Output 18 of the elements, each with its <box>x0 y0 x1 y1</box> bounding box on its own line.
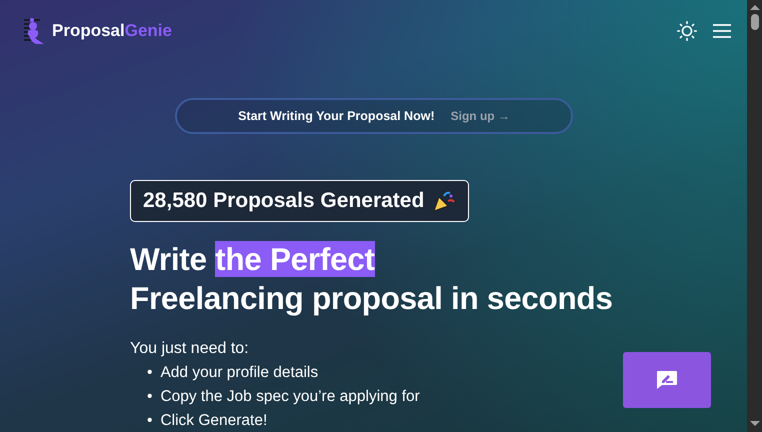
edit-message-icon <box>656 370 678 390</box>
intro-text: You just need to: <box>130 340 250 358</box>
sign-up-link[interactable]: Sign up → <box>450 109 510 123</box>
brand-name[interactable]: ProposalGenie <box>52 21 172 41</box>
banner-text: Start Writing Your Proposal Now! <box>238 109 435 123</box>
headline: Write the Perfect Freelancing proposal in seconds <box>130 240 614 318</box>
scrollbar[interactable] <box>747 0 762 432</box>
step-item: Add your profile details <box>160 363 318 383</box>
menu-icon[interactable] <box>713 23 731 39</box>
bullet: • <box>147 411 152 431</box>
step-item: Copy the Job spec you’re applying for <box>160 387 420 407</box>
bullet: • <box>147 387 152 407</box>
counter-text: 28,580 Proposals Generated <box>143 189 424 213</box>
party-popper-icon <box>432 189 456 213</box>
sun-icon[interactable] <box>677 21 697 41</box>
bullet: • <box>147 363 152 383</box>
feedback-button[interactable] <box>623 352 711 408</box>
step-item: Click Generate! <box>160 411 268 431</box>
